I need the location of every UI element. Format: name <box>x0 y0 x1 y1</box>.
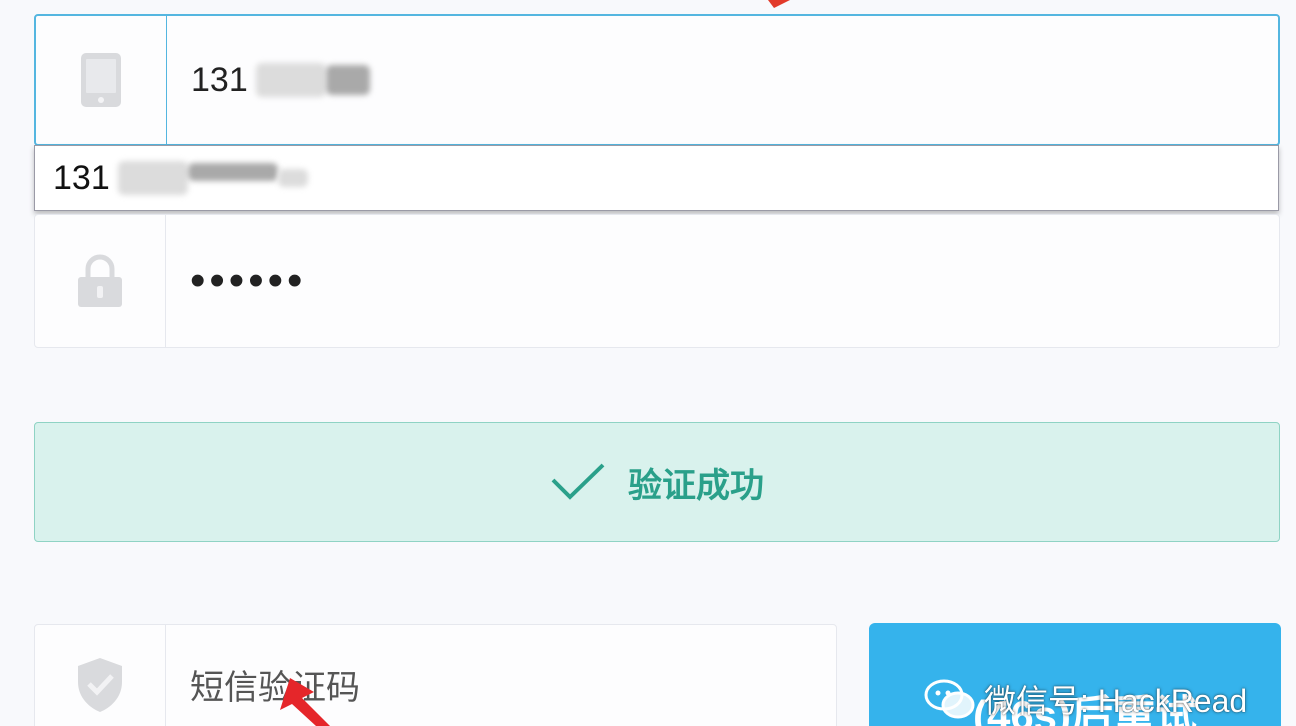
red-arrow-annotation <box>768 0 790 8</box>
watermark: 微信号: HackRead <box>924 676 1247 722</box>
phone-value: 131 <box>191 60 248 99</box>
password-icon-cell <box>35 215 166 347</box>
mobile-phone-icon <box>81 53 121 107</box>
checkmark-icon <box>551 463 605 500</box>
password-value: •••••• <box>190 256 307 305</box>
phone-redaction <box>255 63 326 97</box>
phone-input-row[interactable]: 131 <box>34 14 1280 146</box>
sms-code-input[interactable]: 短信验证码 <box>166 625 836 726</box>
wechat-icon <box>924 679 975 719</box>
red-arrow-annotation-bottom <box>280 678 330 726</box>
shield-check-icon <box>78 658 122 712</box>
watermark-text: 微信号: HackRead <box>984 683 1248 719</box>
password-input[interactable]: •••••• <box>166 215 1279 347</box>
slider-verify-success: 验证成功 <box>34 422 1280 542</box>
password-input-row[interactable]: •••••• <box>34 214 1280 348</box>
suggestion-redaction-tail <box>277 169 308 187</box>
suggestion-redaction <box>117 161 188 195</box>
sms-code-row[interactable]: 短信验证码 <box>34 624 837 726</box>
verify-status-text: 验证成功 <box>628 466 764 505</box>
login-form: 131 131 •••••• 验证成功 短信验证码 (46s)后重试 微信号: … <box>0 0 1296 726</box>
phone-input[interactable]: 131 <box>167 16 1278 144</box>
sms-icon-cell <box>35 625 166 726</box>
phone-redaction-dark <box>325 65 370 95</box>
phone-icon-cell <box>36 16 167 144</box>
suggestion-value: 131 <box>53 158 110 197</box>
suggestion-redaction-dark <box>187 163 278 181</box>
autocomplete-suggestion[interactable]: 131 <box>34 145 1279 211</box>
lock-icon <box>78 254 122 307</box>
